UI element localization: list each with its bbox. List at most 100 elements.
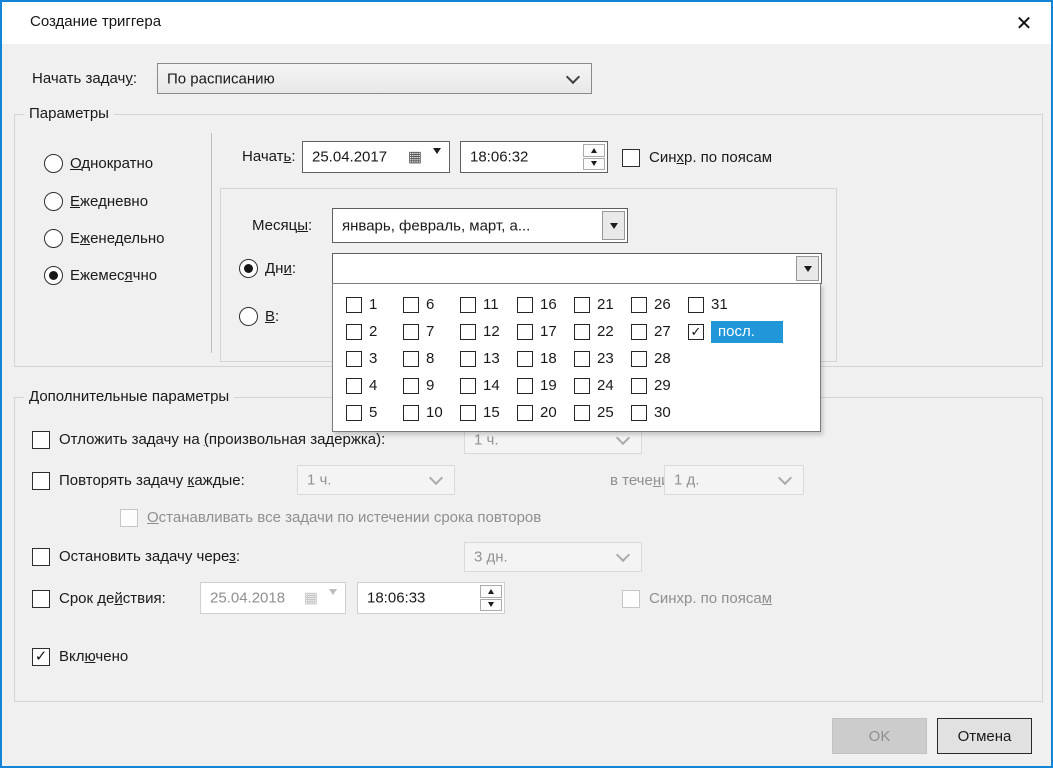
repeat-checkbox[interactable] [32,472,50,490]
day-option-5[interactable]: 5 [346,399,403,426]
day-option-30[interactable]: 30 [631,399,688,426]
sync-timezone-checkbox[interactable] [622,149,640,167]
day-checkbox[interactable] [460,324,476,340]
expire-time-spinner[interactable]: 18:06:33 [357,582,505,614]
day-checkbox[interactable] [574,378,590,394]
day-checkbox[interactable] [517,297,533,313]
day-checkbox[interactable] [574,405,590,421]
day-option-label: 27 [654,323,671,340]
day-option-6[interactable]: 6 [403,291,460,318]
day-option-22[interactable]: 22 [574,318,631,345]
day-checkbox[interactable] [631,297,647,313]
day-option-3[interactable]: 3 [346,345,403,372]
spin-up-button[interactable] [583,144,605,157]
day-option-12[interactable]: 12 [460,318,517,345]
day-checkbox[interactable] [517,324,533,340]
day-option-19[interactable]: 19 [517,372,574,399]
days-grid: 1234567891011121314151617181920212223242… [346,291,783,426]
repeat-label: Повторять задачу каждые: [59,472,245,489]
day-checkbox[interactable] [517,405,533,421]
day-option-8[interactable]: 8 [403,345,460,372]
day-checkbox[interactable] [403,378,419,394]
radio-weekly[interactable] [44,229,63,248]
day-option-16[interactable]: 16 [517,291,574,318]
chevron-down-icon [566,69,580,83]
radio-days[interactable] [239,259,258,278]
day-checkbox[interactable]: ✓ [688,324,704,340]
day-option-label: 20 [540,404,557,421]
day-option-28[interactable]: 28 [631,345,688,372]
day-option-25[interactable]: 25 [574,399,631,426]
day-option-18[interactable]: 18 [517,345,574,372]
close-icon[interactable]: ✕ [1009,9,1039,37]
day-option-20[interactable]: 20 [517,399,574,426]
day-checkbox[interactable] [631,351,647,367]
day-option-7[interactable]: 7 [403,318,460,345]
start-time-spinner[interactable]: 18:06:32 [460,141,608,173]
spin-up-button[interactable] [480,585,502,598]
days-dropdown[interactable] [332,253,822,284]
day-checkbox[interactable] [460,351,476,367]
spin-down-button[interactable] [583,158,605,171]
dropdown-button[interactable] [602,211,625,240]
expire-checkbox[interactable] [32,590,50,608]
day-checkbox[interactable] [346,297,362,313]
day-option-14[interactable]: 14 [460,372,517,399]
day-option-label: 12 [483,323,500,340]
chevron-down-icon[interactable] [433,154,441,172]
day-checkbox[interactable] [403,405,419,421]
day-checkbox[interactable] [631,405,647,421]
day-option-27[interactable]: 27 [631,318,688,345]
day-checkbox[interactable] [460,297,476,313]
day-option-4[interactable]: 4 [346,372,403,399]
day-option-посл.[interactable]: ✓посл. [688,318,783,345]
day-option-label: 13 [483,350,500,367]
day-option-24[interactable]: 24 [574,372,631,399]
day-option-9[interactable]: 9 [403,372,460,399]
day-checkbox[interactable] [346,324,362,340]
day-checkbox[interactable] [403,324,419,340]
day-option-10[interactable]: 10 [403,399,460,426]
day-option-1[interactable]: 1 [346,291,403,318]
begin-task-dropdown[interactable]: По расписанию [157,63,592,94]
day-checkbox[interactable] [688,297,704,313]
day-option-21[interactable]: 21 [574,291,631,318]
day-checkbox[interactable] [517,351,533,367]
radio-monthly[interactable] [44,266,63,285]
day-checkbox[interactable] [574,351,590,367]
day-option-23[interactable]: 23 [574,345,631,372]
create-trigger-dialog: Создание триггера ✕ Начать задачу: По ра… [0,0,1053,768]
day-option-11[interactable]: 11 [460,291,517,318]
day-checkbox[interactable] [574,324,590,340]
day-checkbox[interactable] [517,378,533,394]
day-checkbox[interactable] [403,297,419,313]
day-option-17[interactable]: 17 [517,318,574,345]
radio-once[interactable] [44,154,63,173]
radio-on[interactable] [239,307,258,326]
start-date-picker[interactable]: 25.04.2017 ▦ [302,141,450,173]
day-option-29[interactable]: 29 [631,372,688,399]
day-option-2[interactable]: 2 [346,318,403,345]
day-checkbox[interactable] [403,351,419,367]
day-checkbox[interactable] [631,324,647,340]
months-dropdown[interactable]: январь, февраль, март, а... [332,208,628,243]
day-checkbox[interactable] [346,378,362,394]
radio-daily[interactable] [44,192,63,211]
day-option-15[interactable]: 15 [460,399,517,426]
day-checkbox[interactable] [346,405,362,421]
dropdown-button[interactable] [796,256,819,281]
day-option-31[interactable]: 31 [688,291,783,318]
delay-checkbox[interactable] [32,431,50,449]
day-checkbox[interactable] [574,297,590,313]
day-option-13[interactable]: 13 [460,345,517,372]
day-checkbox[interactable] [460,378,476,394]
day-option-label: 25 [597,404,614,421]
day-checkbox[interactable] [460,405,476,421]
cancel-button[interactable]: Отмена [937,718,1032,754]
day-checkbox[interactable] [346,351,362,367]
day-option-26[interactable]: 26 [631,291,688,318]
day-checkbox[interactable] [631,378,647,394]
spin-down-button[interactable] [480,599,502,612]
stop-after-checkbox[interactable] [32,548,50,566]
enabled-checkbox[interactable]: ✓ [32,648,50,666]
